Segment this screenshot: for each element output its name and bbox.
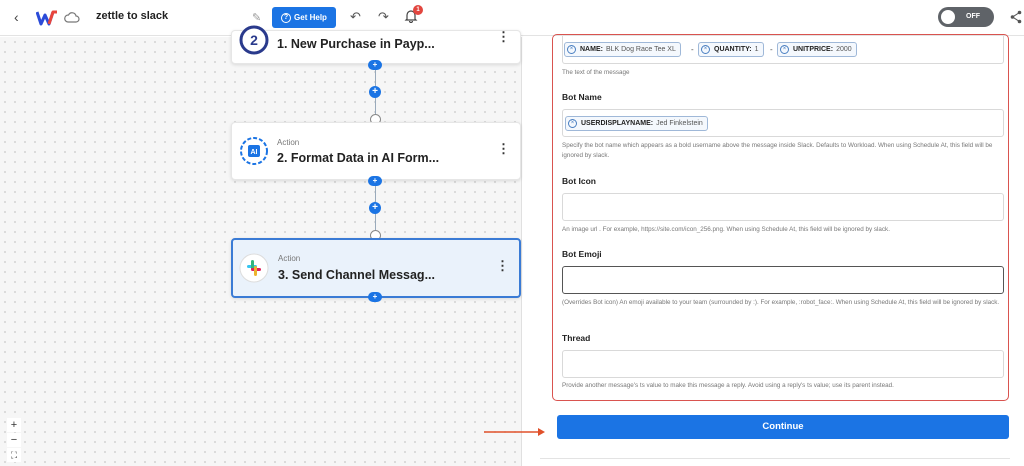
variable-chip-quantity[interactable]: × QUANTITY: 1	[698, 42, 764, 57]
insert-step-handle[interactable]: +	[368, 176, 382, 186]
redo-icon[interactable]: ↷	[378, 9, 389, 25]
bot-icon-input[interactable]	[562, 193, 1004, 221]
bot-name-label: Bot Name	[562, 92, 602, 102]
chip-value: BLK Dog Race Tee XL	[605, 46, 676, 53]
node-menu-icon[interactable]: ⋮	[496, 258, 509, 274]
svg-text:AI: AI	[251, 149, 258, 156]
workflow-node-send-channel-message[interactable]: Action 3. Send Channel Messag... ⋮	[231, 238, 521, 298]
get-help-label: Get Help	[294, 13, 327, 22]
chip-separator: -	[770, 45, 773, 54]
chip-key: USERDISPLAYNAME:	[581, 120, 654, 127]
undo-icon[interactable]: ↶	[350, 9, 361, 25]
thread-help-text: Provide another message's ts value to ma…	[562, 382, 894, 389]
message-help-text: The text of the message	[562, 69, 630, 76]
workflow-title[interactable]: zettle to slack	[96, 10, 168, 22]
chip-value: 2000	[836, 46, 852, 53]
fit-view-button[interactable]: ⛶	[7, 448, 21, 462]
bot-emoji-help-text: (Overrides Bot icon) An emoji available …	[562, 299, 1000, 306]
add-step-button[interactable]: +	[369, 86, 381, 98]
continue-button[interactable]: Continue	[557, 415, 1009, 439]
bot-icon-help-text: An image url . For example, https://site…	[562, 226, 890, 233]
question-icon: ?	[281, 12, 292, 23]
cloud-icon	[64, 12, 80, 23]
node-name: 1. New Purchase in Payp...	[277, 37, 435, 51]
thread-input[interactable]	[562, 350, 1004, 378]
variable-chip-name[interactable]: × NAME: BLK Dog Race Tee XL	[564, 42, 681, 57]
zoom-in-button[interactable]: +	[7, 418, 21, 432]
node-menu-icon[interactable]: ⋮	[497, 141, 510, 157]
toggle-knob	[941, 10, 955, 24]
workflow-toggle[interactable]: OFF	[938, 7, 994, 27]
remove-chip-icon[interactable]: ×	[568, 119, 577, 128]
remove-chip-icon[interactable]: ×	[780, 45, 789, 54]
workflow-node-trigger[interactable]: 2 1. New Purchase in Payp... ⋮	[231, 25, 521, 64]
node-menu-icon[interactable]: ⋮	[497, 29, 510, 45]
bot-emoji-input[interactable]	[562, 266, 1004, 294]
pointer-arrow-icon	[484, 428, 545, 436]
node-name: 2. Format Data in AI Form...	[277, 151, 440, 165]
chip-value: Jed Finkelstein	[656, 120, 703, 127]
zoom-out-button[interactable]: −	[7, 433, 21, 447]
chip-key: NAME:	[580, 46, 603, 53]
remove-chip-icon[interactable]: ×	[701, 45, 710, 54]
bot-emoji-label: Bot Emoji	[562, 249, 602, 259]
notification-badge: 1	[413, 5, 423, 15]
back-arrow-icon[interactable]: ‹	[14, 9, 19, 25]
ai-formatter-icon: AI	[240, 137, 268, 165]
remove-chip-icon[interactable]: ×	[567, 45, 576, 54]
bot-name-help-text: Specify the bot name which appears as a …	[562, 142, 993, 159]
chip-value: 1	[754, 46, 759, 53]
get-help-button[interactable]: ? Get Help	[272, 7, 336, 28]
bot-icon-label: Bot Icon	[562, 176, 596, 186]
workflow-node-format-data[interactable]: AI Action 2. Format Data in AI Form... ⋮	[231, 122, 521, 180]
chip-key: UNITPRICE:	[793, 46, 834, 53]
logo-icon[interactable]	[36, 10, 58, 26]
node-kind: Action	[278, 254, 301, 263]
variable-chip-unitprice[interactable]: × UNITPRICE: 2000	[777, 42, 857, 57]
insert-step-handle[interactable]: +	[368, 292, 382, 302]
insert-step-handle[interactable]: +	[368, 60, 382, 70]
paypal-trigger-icon: 2	[239, 25, 269, 55]
variable-chip-userdisplayname[interactable]: × USERDISPLAYNAME: Jed Finkelstein	[565, 116, 708, 131]
share-icon[interactable]	[1010, 10, 1022, 24]
thread-label: Thread	[562, 333, 591, 343]
toggle-label: OFF	[966, 13, 980, 20]
divider	[540, 458, 1010, 459]
chip-key: QUANTITY:	[714, 46, 752, 53]
edit-pencil-icon[interactable]: ✎	[252, 11, 261, 24]
add-step-button[interactable]: +	[369, 202, 381, 214]
node-name: 3. Send Channel Messag...	[278, 268, 435, 282]
node-kind: Action	[277, 138, 300, 147]
chip-separator: -	[691, 45, 694, 54]
svg-text:2: 2	[250, 32, 258, 48]
slack-icon	[239, 253, 269, 283]
